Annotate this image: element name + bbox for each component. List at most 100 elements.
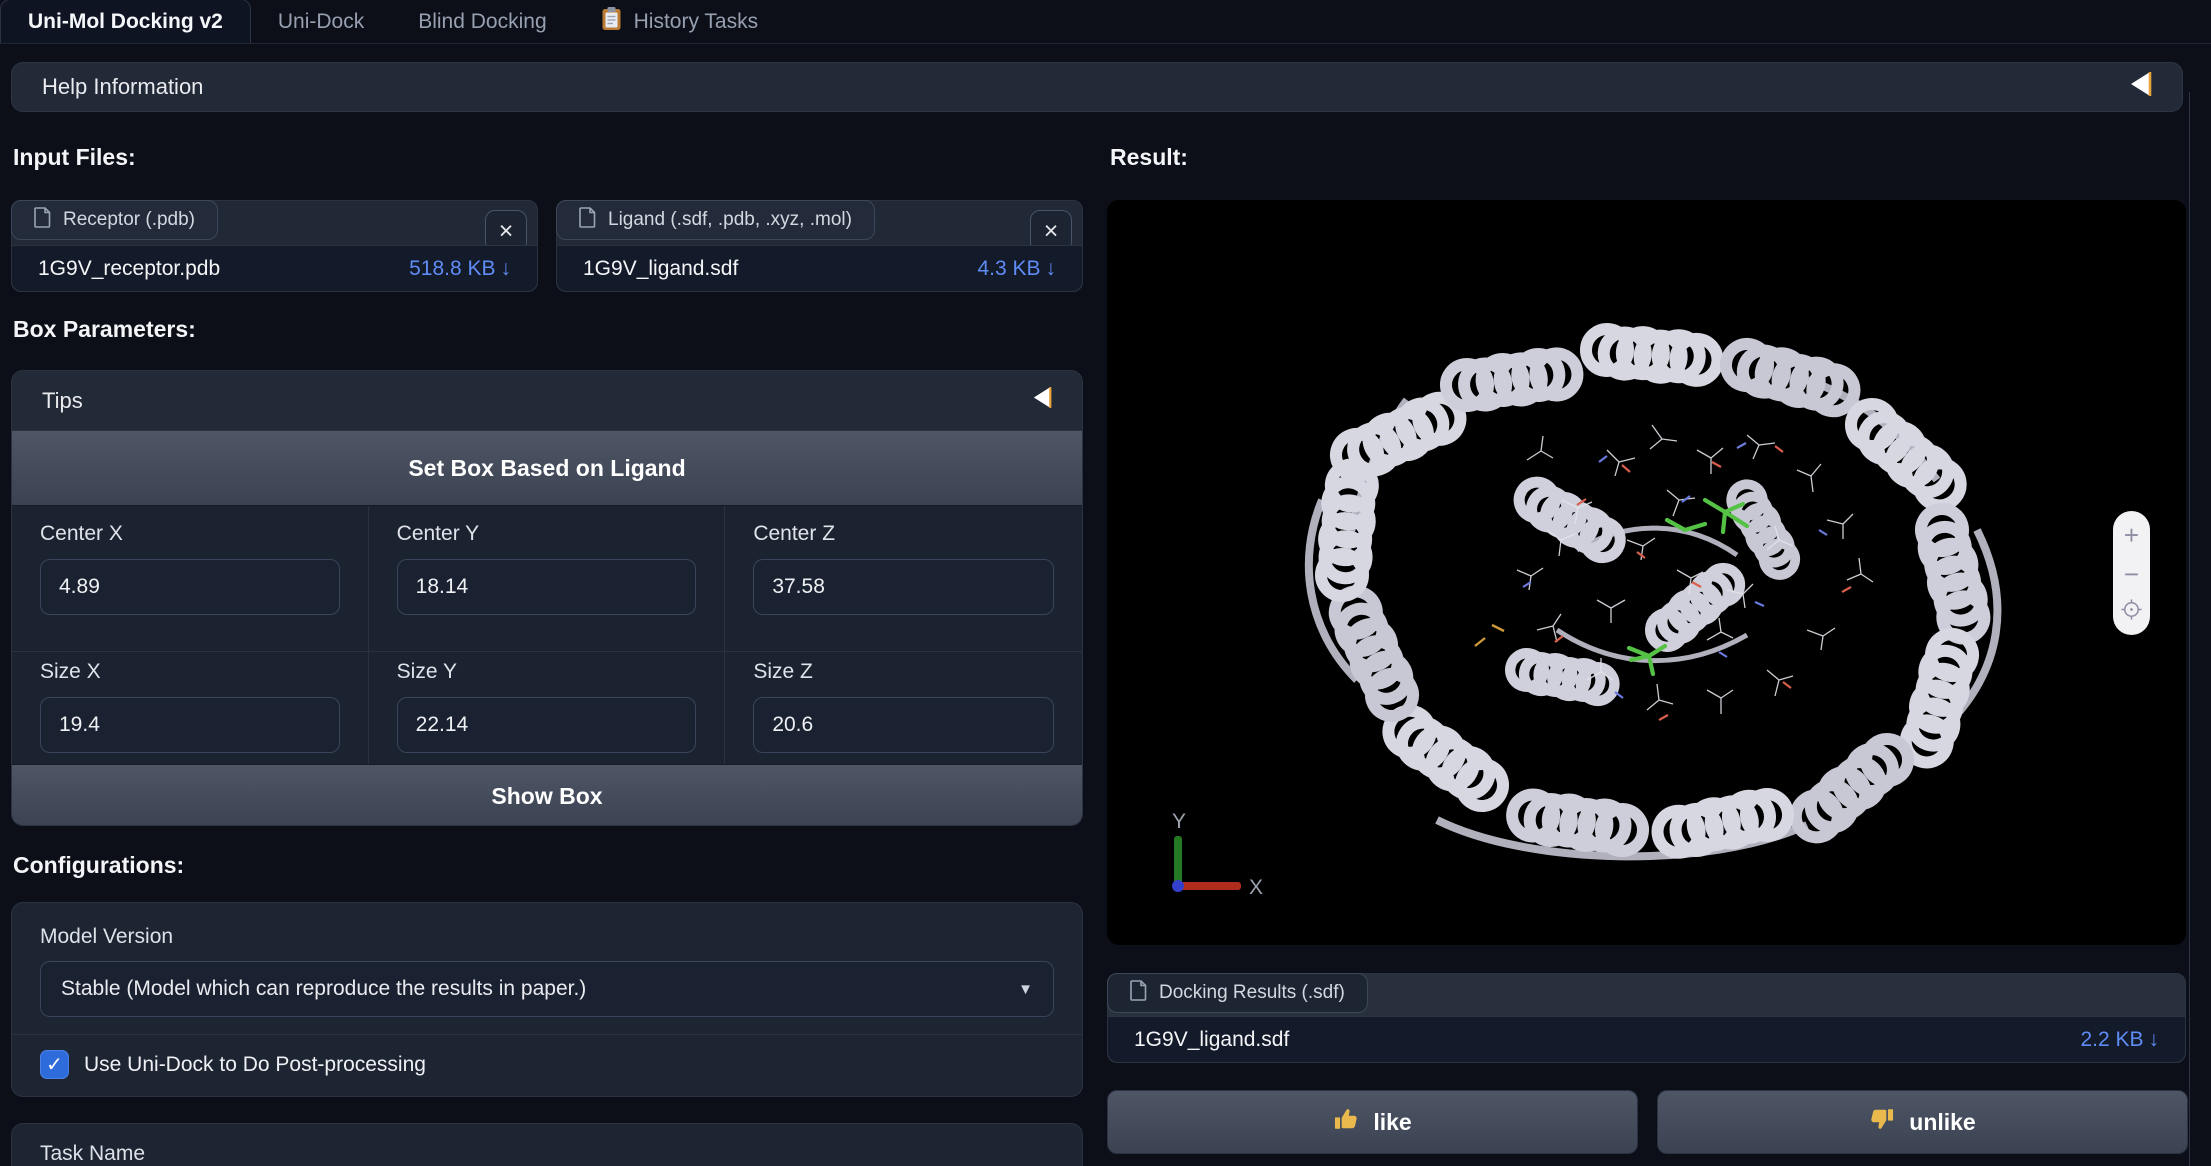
zoom-in-button[interactable]: + — [2118, 521, 2145, 549]
docking-results-label-text: Docking Results (.sdf) — [1159, 982, 1345, 1004]
clipboard-icon — [601, 6, 622, 37]
docking-results-file-row: 1G9V_ligand.sdf 2.2 KB ↓ — [1108, 1016, 2185, 1062]
tab-history-tasks[interactable]: History Tasks — [574, 0, 785, 43]
post-processing-checkbox[interactable]: ✓ — [40, 1050, 69, 1079]
center-z-input[interactable] — [753, 559, 1054, 615]
task-name-panel: Task Name — [11, 1123, 1083, 1166]
set-box-based-on-ligand-button[interactable]: Set Box Based on Ligand — [12, 431, 1082, 506]
file-icon — [34, 207, 51, 234]
tab-unidock[interactable]: Uni-Dock — [251, 0, 391, 43]
center-z-label: Center Z — [753, 522, 1054, 546]
ligand-download-link[interactable]: 4.3 KB ↓ — [977, 257, 1056, 281]
viewer-zoom-controls: + − — [2113, 511, 2150, 635]
thumbs-up-icon — [1333, 1106, 1359, 1138]
docking-results-filesize: 2.2 KB — [2080, 1028, 2143, 1052]
like-button[interactable]: like — [1107, 1090, 1638, 1154]
collapse-arrow-icon — [1033, 386, 1052, 415]
docking-results-label: Docking Results (.sdf) — [1107, 973, 1368, 1013]
size-x-label: Size X — [40, 660, 340, 684]
file-icon — [1130, 980, 1147, 1007]
tab-bar: Uni-Mol Docking v2 Uni-Dock Blind Dockin… — [0, 0, 2211, 44]
axis-y-label: Y — [1172, 810, 1186, 833]
receptor-file-label-text: Receptor (.pdb) — [63, 209, 195, 231]
help-information-label: Help Information — [42, 74, 203, 100]
center-x-cell: Center X — [12, 506, 369, 652]
receptor-filename: 1G9V_receptor.pdb — [38, 257, 220, 281]
model-version-value: Stable (Model which can reproduce the re… — [61, 977, 586, 1001]
tips-label: Tips — [42, 388, 83, 414]
axis-indicator: Y X — [1143, 800, 1293, 912]
chevron-down-icon: ▼ — [1018, 981, 1033, 998]
unlike-button[interactable]: unlike — [1657, 1090, 2188, 1154]
docking-results-filename: 1G9V_ligand.sdf — [1134, 1028, 1289, 1052]
show-box-button-label: Show Box — [491, 783, 602, 810]
ligand-file-row: 1G9V_ligand.sdf 4.3 KB ↓ — [557, 245, 1082, 291]
receptor-file-row: 1G9V_receptor.pdb 518.8 KB ↓ — [12, 245, 537, 291]
ligand-filename: 1G9V_ligand.sdf — [583, 257, 738, 281]
center-y-cell: Center Y — [369, 506, 726, 652]
center-y-input[interactable] — [397, 559, 697, 615]
app-page: Uni-Mol Docking v2 Uni-Dock Blind Dockin… — [0, 0, 2211, 1166]
receptor-filesize: 518.8 KB — [409, 257, 495, 281]
box-parameters-panel: Tips Set Box Based on Ligand Center X Ce… — [11, 370, 1083, 826]
center-z-cell: Center Z — [725, 506, 1082, 652]
reset-view-button[interactable] — [2120, 598, 2143, 625]
model-version-label: Model Version — [12, 903, 1082, 961]
size-x-cell: Size X — [12, 652, 369, 764]
ligand-file-label: Ligand (.sdf, .pdb, .xyz, .mol) — [556, 200, 875, 240]
size-y-label: Size Y — [397, 660, 697, 684]
task-name-label: Task Name — [12, 1124, 1082, 1166]
zoom-out-button[interactable]: − — [2118, 560, 2145, 588]
input-files-heading: Input Files: — [13, 144, 136, 171]
model-version-dropdown[interactable]: Stable (Model which can reproduce the re… — [40, 961, 1054, 1017]
result-heading: Result: — [1110, 144, 1188, 171]
tab-label: Blind Docking — [418, 10, 546, 34]
help-information-accordion[interactable]: Help Information — [11, 62, 2183, 112]
center-y-label: Center Y — [397, 522, 697, 546]
thumbs-down-icon — [1869, 1106, 1895, 1138]
center-x-input[interactable] — [40, 559, 340, 615]
crosshair-icon — [2120, 598, 2143, 625]
size-x-input[interactable] — [40, 697, 340, 753]
size-y-cell: Size Y — [369, 652, 726, 764]
collapse-arrow-icon — [2130, 71, 2152, 103]
checkmark-icon: ✓ — [46, 1052, 63, 1077]
box-parameters-grid: Center X Center Y Center Z Size X Size Y… — [12, 506, 1082, 764]
set-box-button-label: Set Box Based on Ligand — [408, 455, 685, 482]
ligand-filesize: 4.3 KB — [977, 257, 1040, 281]
docking-results-component: Docking Results (.sdf) 1G9V_ligand.sdf 2… — [1107, 973, 2186, 1063]
tab-blind-docking[interactable]: Blind Docking — [391, 0, 573, 43]
unlike-button-label: unlike — [1909, 1109, 1975, 1136]
receptor-file-label: Receptor (.pdb) — [11, 200, 218, 240]
close-icon: × — [499, 219, 514, 244]
receptor-download-link[interactable]: 518.8 KB ↓ — [409, 257, 511, 281]
size-y-input[interactable] — [397, 697, 697, 753]
post-processing-checkbox-label: Use Uni-Dock to Do Post-processing — [84, 1053, 426, 1077]
post-processing-checkbox-row[interactable]: ✓ Use Uni-Dock to Do Post-processing — [12, 1035, 1082, 1094]
size-z-label: Size Z — [753, 660, 1054, 684]
tab-unimol-docking-v2[interactable]: Uni-Mol Docking v2 — [0, 0, 251, 43]
like-button-label: like — [1373, 1109, 1411, 1136]
axis-x-label: X — [1249, 876, 1263, 899]
download-icon: ↓ — [501, 257, 512, 281]
file-icon — [579, 207, 596, 234]
ligand-file-label-text: Ligand (.sdf, .pdb, .xyz, .mol) — [608, 209, 852, 231]
show-box-button[interactable]: Show Box — [12, 764, 1082, 826]
ligand-file-component: Ligand (.sdf, .pdb, .xyz, .mol) × 1G9V_l… — [556, 200, 1083, 292]
molecule-viewer[interactable]: Y X + − — [1107, 200, 2186, 945]
tab-label: History Tasks — [634, 10, 758, 34]
configurations-heading: Configurations: — [13, 852, 184, 879]
download-icon: ↓ — [1046, 257, 1057, 281]
center-x-label: Center X — [40, 522, 340, 546]
download-icon: ↓ — [2149, 1028, 2160, 1052]
size-z-input[interactable] — [753, 697, 1054, 753]
size-z-cell: Size Z — [725, 652, 1082, 764]
right-edge-divider — [2189, 92, 2190, 1166]
close-icon: × — [1044, 219, 1059, 244]
configurations-panel: Model Version Stable (Model which can re… — [11, 902, 1083, 1097]
docking-results-download-link[interactable]: 2.2 KB ↓ — [2080, 1028, 2159, 1052]
tab-label: Uni-Dock — [278, 10, 364, 34]
box-parameters-heading: Box Parameters: — [13, 316, 196, 343]
tab-label: Uni-Mol Docking v2 — [28, 10, 223, 34]
tips-accordion[interactable]: Tips — [12, 371, 1082, 431]
